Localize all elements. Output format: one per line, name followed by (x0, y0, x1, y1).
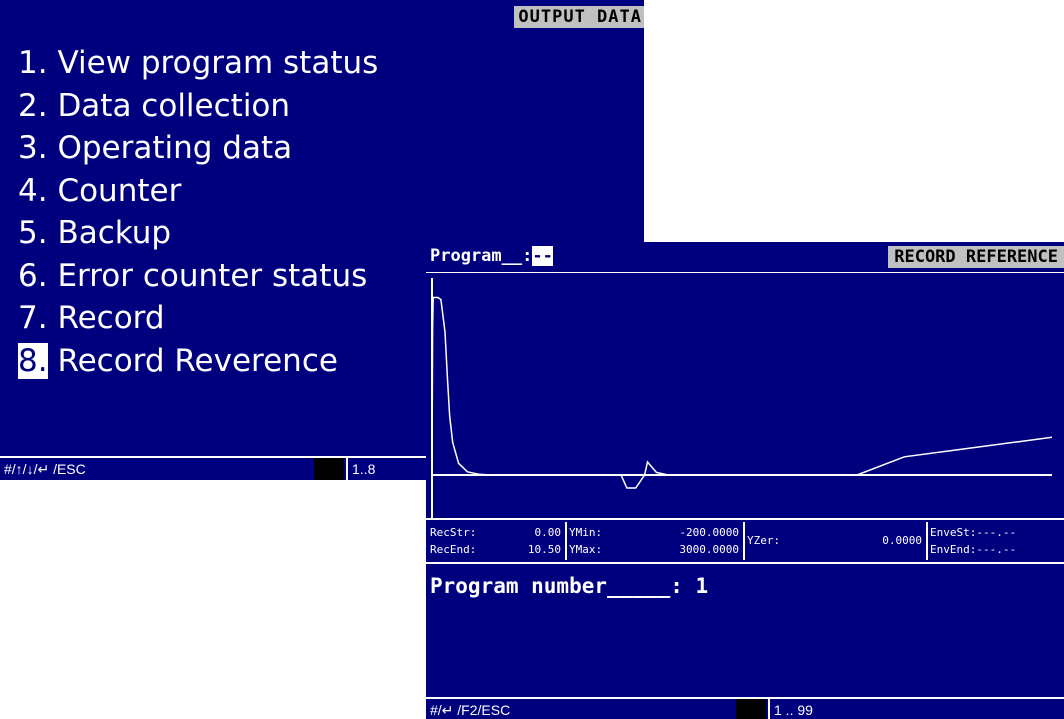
menu-item-label: Counter (57, 172, 182, 209)
ymax-label: YMax: (569, 543, 603, 556)
cursor-block (314, 458, 344, 480)
rec-str-value: 0.00 (534, 526, 562, 539)
menu-item-record[interactable]: 7. Record (18, 297, 378, 340)
program-field[interactable]: Program__:-- (430, 244, 553, 268)
program-number-value: 1 (695, 574, 709, 598)
record-graph (426, 272, 1064, 518)
rec-end-value: 10.50 (527, 543, 561, 556)
menu-item-number: 6. (18, 257, 48, 294)
menu-item-label: View program status (57, 45, 379, 81)
record-reference-screen: Program__:-- RECORD REFERENCE RecStr: 0.0… (426, 242, 1064, 719)
menu-item-number: 1. (18, 45, 48, 81)
menu-item-counter[interactable]: 4. Counter (18, 170, 378, 213)
menu-item-view-program-status[interactable]: 1. View program status (18, 42, 378, 85)
ymin-label: YMin: (569, 526, 603, 539)
menu-item-data-collection[interactable]: 2. Data collection (18, 85, 378, 128)
range-indicator: 1..8 (346, 458, 375, 480)
range-indicator: 1 .. 99 (768, 699, 813, 719)
menu-item-number: 3. (18, 130, 48, 166)
key-hints: #/↑/↓/↵ /ESC (4, 461, 86, 477)
menu-item-operating-data[interactable]: 3. Operating data (18, 127, 378, 170)
ymax-value: 3000.0000 (679, 543, 739, 556)
record-curve (431, 296, 1053, 489)
menu-item-label: Operating data (57, 130, 293, 166)
yzer-cell: YZer: 0.0000 (743, 522, 926, 560)
program-value: -- (532, 246, 553, 266)
menu-item-error-counter-status[interactable]: 6. Error counter status (18, 255, 378, 298)
menu-item-number: 7. (18, 300, 48, 336)
program-label: Program__: (430, 246, 533, 266)
envend-value: ---.-- (976, 543, 1017, 556)
status-bar: #/↵ /F2/ESC 1 .. 99 (426, 697, 1064, 719)
menu-item-label: Error counter status (57, 257, 368, 294)
envelope-cell: EnveSt:---.-- EnvEnd:---.-- (926, 522, 1064, 560)
cursor-block (736, 699, 766, 719)
menu-item-number: 2. (18, 87, 48, 124)
ymin-value: -200.0000 (679, 526, 739, 539)
envend-label: EnvEnd: (930, 543, 977, 556)
menu-item-number: 5. (18, 215, 48, 251)
yzer-label: YZer: (747, 534, 781, 547)
menu-item-label: Record Reverence (57, 342, 338, 379)
rec-str-label: RecStr: (430, 526, 477, 539)
menu-item-label: Data collection (57, 87, 291, 124)
rec-end-label: RecEnd: (430, 543, 477, 556)
program-number-field[interactable]: Program number_____: 1 (430, 572, 708, 600)
screen-title: RECORD REFERENCE (888, 246, 1064, 268)
record-info-bar: RecStr: 0.00 RecEnd: 10.50 YMin: -200.0000 … (426, 518, 1064, 564)
envest-label: EnveSt: (930, 526, 977, 539)
yzer-value: 0.0000 (882, 534, 922, 547)
program-number-label: Program number_____: (430, 574, 683, 598)
key-hints: #/↵ /F2/ESC (430, 702, 511, 718)
menu-item-backup[interactable]: 5. Backup (18, 212, 378, 255)
menu-item-label: Backup (57, 215, 172, 251)
menu-item-record-reverence[interactable]: 8. Record Reverence (18, 340, 378, 383)
menu-item-number-selected: 8. (18, 342, 48, 379)
rec-range-cell: RecStr: 0.00 RecEnd: 10.50 (428, 522, 565, 560)
y-range-cell: YMin: -200.0000 YMax: 3000.0000 (565, 522, 743, 560)
envest-value: ---.-- (976, 526, 1017, 539)
menu-item-label: Record (57, 300, 165, 336)
screen-title: OUTPUT DATA (514, 6, 644, 28)
output-menu: 1. View program status 2. Data collectio… (18, 42, 378, 382)
menu-item-number: 4. (18, 172, 48, 209)
